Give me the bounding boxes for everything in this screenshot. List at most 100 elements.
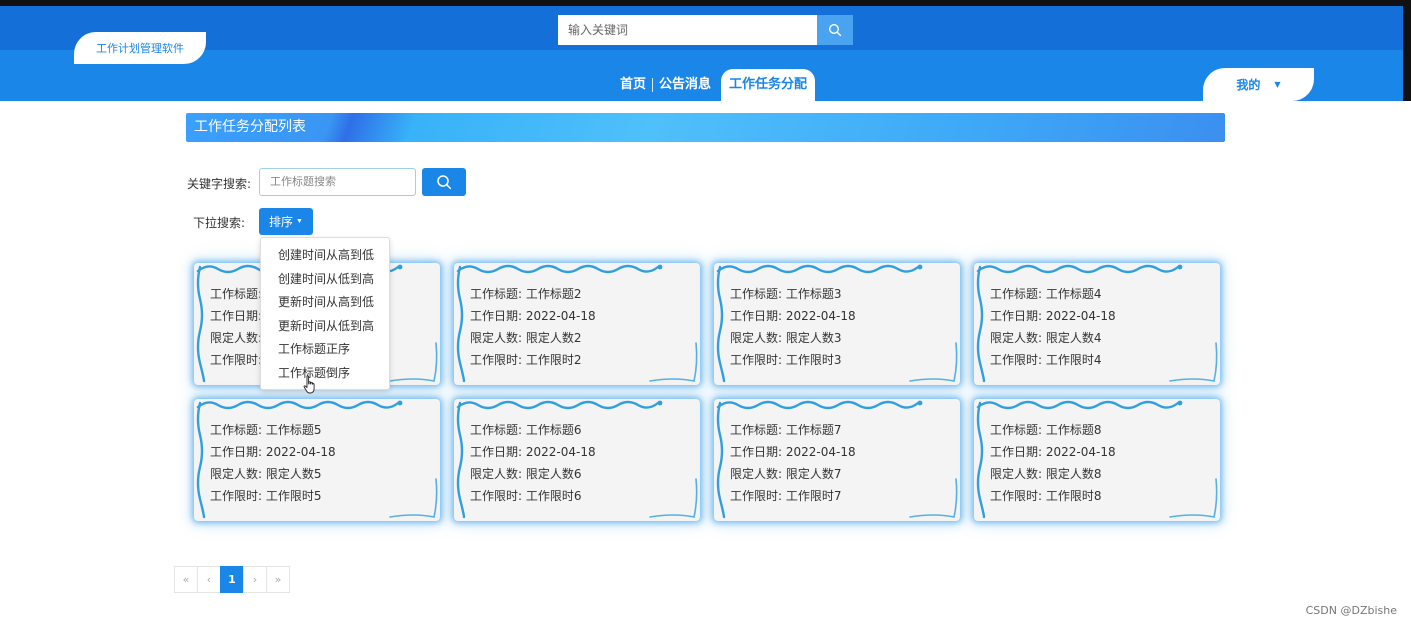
task-date-row: 工作日期: 2022-04-18	[210, 441, 336, 463]
nav-item-task-assignment[interactable]: 工作任务分配	[721, 69, 816, 101]
pagination-first[interactable]: «	[174, 566, 198, 593]
app-logo[interactable]: 工作计划管理软件	[74, 32, 206, 64]
main-nav: 首页 公告消息 工作任务分配	[614, 69, 816, 101]
task-card[interactable]: 工作标题: 工作标题8 工作日期: 2022-04-18 限定人数: 限定人数8 工作…	[974, 399, 1220, 521]
task-date-value: 2022-04-18	[785, 445, 856, 459]
task-title-label: 工作标题:	[730, 287, 783, 301]
page-title-banner: 工作任务分配列表	[186, 113, 1225, 142]
task-date-label: 工作日期:	[470, 309, 523, 323]
nav-divider	[652, 78, 654, 92]
task-title-row: 工作标题: 工作标题3	[730, 283, 856, 305]
task-date-row: 工作日期: 2022-04-18	[990, 441, 1116, 463]
task-title-row: 工作标题: 工作标题4	[990, 283, 1116, 305]
task-deadline-value: 工作限时3	[785, 353, 842, 367]
task-title-label: 工作标题:	[470, 287, 523, 301]
sort-option-title-desc[interactable]: 工作标题倒序	[261, 362, 389, 386]
keyword-search-button[interactable]	[422, 168, 466, 196]
pagination-next[interactable]: ›	[243, 566, 267, 593]
keyword-search-label: 关键字搜索:	[187, 177, 252, 191]
sort-button-label: 排序	[269, 215, 294, 229]
task-date-label: 工作日期:	[730, 309, 783, 323]
task-card[interactable]: 工作标题: 工作标题7 工作日期: 2022-04-18 限定人数: 限定人数7 工作…	[714, 399, 960, 521]
page-title: 工作任务分配列表	[194, 119, 306, 135]
task-card-fields: 工作标题: 工作标题2 工作日期: 2022-04-18 限定人数: 限定人数2 工作…	[470, 283, 596, 371]
task-deadline-row: 工作限时: 工作限时4	[990, 349, 1116, 371]
task-deadline-label: 工作限时:	[990, 489, 1043, 503]
task-deadline-label: 工作限时:	[210, 353, 263, 367]
window-right-edge	[1403, 0, 1411, 101]
sort-option-updated-asc[interactable]: 更新时间从低到高	[261, 315, 389, 339]
task-card[interactable]: 工作标题: 工作标题4 工作日期: 2022-04-18 限定人数: 限定人数4 工作…	[974, 263, 1220, 385]
task-card[interactable]: 工作标题: 工作标题2 工作日期: 2022-04-18 限定人数: 限定人数2 工作…	[454, 263, 700, 385]
task-deadline-row: 工作限时: 工作限时7	[730, 485, 856, 507]
keyword-search-input[interactable]	[259, 168, 416, 196]
task-deadline-label: 工作限时:	[210, 489, 263, 503]
task-title-value: 工作标题2	[525, 287, 582, 301]
watermark: CSDN @DZbishe	[1305, 604, 1397, 617]
task-title-value: 工作标题5	[265, 423, 322, 437]
task-title-value: 工作标题7	[785, 423, 842, 437]
task-limit-label: 限定人数:	[210, 467, 263, 481]
task-deadline-label: 工作限时:	[730, 489, 783, 503]
pagination-prev[interactable]: ‹	[197, 566, 221, 593]
task-deadline-row: 工作限时: 工作限时3	[730, 349, 856, 371]
task-title-label: 工作标题:	[730, 423, 783, 437]
hand-pointer-cursor-icon	[303, 375, 315, 394]
task-limit-value: 限定人数8	[1045, 467, 1102, 481]
task-date-label: 工作日期:	[730, 445, 783, 459]
task-date-label: 工作日期:	[990, 309, 1043, 323]
task-deadline-row: 工作限时: 工作限时8	[990, 485, 1116, 507]
task-limit-row: 限定人数: 限定人数5	[210, 463, 336, 485]
task-limit-label: 限定人数:	[210, 331, 263, 345]
task-deadline-label: 工作限时:	[730, 353, 783, 367]
sort-option-title-asc[interactable]: 工作标题正序	[261, 338, 389, 362]
task-card-fields: 工作标题: 工作标题6 工作日期: 2022-04-18 限定人数: 限定人数6 工作…	[470, 419, 596, 507]
sort-dropdown-button[interactable]: 排序 ▼	[259, 208, 313, 235]
task-date-row: 工作日期:	[210, 305, 262, 327]
task-date-value: 2022-04-18	[265, 445, 336, 459]
task-deadline-row: 工作限时:	[210, 349, 262, 371]
task-date-row: 工作日期: 2022-04-18	[730, 305, 856, 327]
caret-down-icon: ▼	[1274, 80, 1281, 89]
task-limit-row: 限定人数: 限定人数7	[730, 463, 856, 485]
task-title-row: 工作标题: 工作标题5	[210, 419, 336, 441]
task-limit-value: 限定人数7	[785, 467, 842, 481]
task-limit-label: 限定人数:	[470, 467, 523, 481]
nav-item-announcements[interactable]: 公告消息	[653, 69, 717, 101]
pagination-current-page[interactable]: 1	[220, 566, 244, 593]
task-title-value: 工作标题4	[1045, 287, 1102, 301]
task-card-fields: 工作标题: 工作标题3 工作日期: 2022-04-18 限定人数: 限定人数3 工作…	[730, 283, 856, 371]
task-date-row: 工作日期: 2022-04-18	[730, 441, 856, 463]
task-title-value: 工作标题3	[785, 287, 842, 301]
sort-option-created-desc[interactable]: 创建时间从高到低	[261, 244, 389, 268]
pagination-last[interactable]: »	[266, 566, 290, 593]
task-title-label: 工作标题:	[210, 423, 263, 437]
task-limit-row: 限定人数: 限定人数2	[470, 327, 596, 349]
nav-item-home[interactable]: 首页	[614, 69, 652, 101]
task-limit-row: 限定人数: 限定人数4	[990, 327, 1116, 349]
task-date-label: 工作日期:	[990, 445, 1043, 459]
task-card-fields: 工作标题: 工作标题5 工作日期: 2022-04-18 限定人数: 限定人数5 工作…	[210, 419, 336, 507]
task-card[interactable]: 工作标题: 工作标题6 工作日期: 2022-04-18 限定人数: 限定人数6 工作…	[454, 399, 700, 521]
task-title-label: 工作标题:	[990, 287, 1043, 301]
task-title-row: 工作标题: 工作标题6	[470, 419, 596, 441]
task-deadline-label: 工作限时:	[470, 353, 523, 367]
task-limit-label: 限定人数:	[470, 331, 523, 345]
task-card[interactable]: 工作标题: 工作标题5 工作日期: 2022-04-18 限定人数: 限定人数5 工作…	[194, 399, 440, 521]
task-card-fields: 工作标题: 工作标题8 工作日期: 2022-04-18 限定人数: 限定人数8 工作…	[990, 419, 1116, 507]
task-deadline-value: 工作限时8	[1045, 489, 1102, 503]
sort-dropdown-menu: 创建时间从高到低 创建时间从低到高 更新时间从高到低 更新时间从低到高 工作标题…	[260, 237, 390, 390]
sort-option-created-asc[interactable]: 创建时间从低到高	[261, 268, 389, 292]
dropdown-search-label: 下拉搜索:	[193, 216, 246, 230]
sort-option-updated-desc[interactable]: 更新时间从高到低	[261, 291, 389, 315]
task-title-value: 工作标题6	[525, 423, 582, 437]
task-card[interactable]: 工作标题: 工作标题3 工作日期: 2022-04-18 限定人数: 限定人数3 工作…	[714, 263, 960, 385]
task-date-label: 工作日期:	[210, 309, 263, 323]
user-menu[interactable]: 我的 ▼	[1203, 68, 1314, 101]
global-search-input[interactable]	[558, 15, 817, 45]
task-card-fields: 工作标题: 工作标题4 工作日期: 2022-04-18 限定人数: 限定人数4 工作…	[990, 283, 1116, 371]
task-title-row: 工作标题: 工作标题7	[730, 419, 856, 441]
global-search-button[interactable]	[817, 15, 853, 45]
task-deadline-value: 工作限时4	[1045, 353, 1102, 367]
task-date-value: 2022-04-18	[525, 445, 596, 459]
